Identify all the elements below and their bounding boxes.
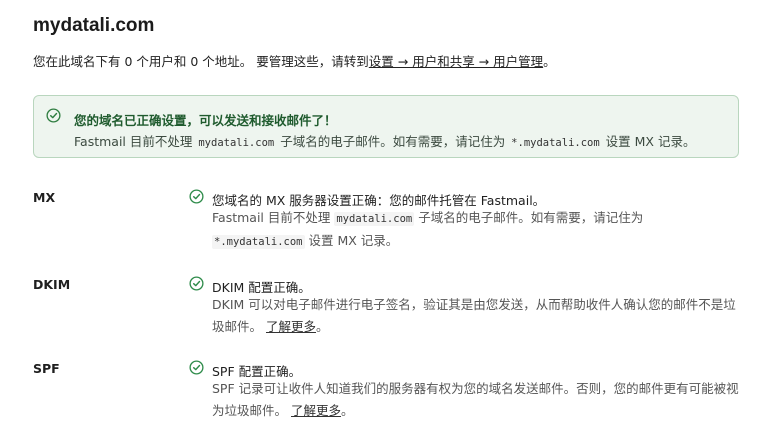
success-banner: 您的域名已正确设置，可以发送和接收邮件了！ Fastmail 目前不处理 myd…	[33, 95, 739, 158]
dkim-learn-more-link[interactable]: 了解更多	[266, 319, 316, 334]
mx-label: MX	[33, 190, 56, 205]
dkim-description: DKIM 可以对电子邮件进行电子签名，验证其是由您发送，从而帮助收件人确认您的邮…	[212, 294, 742, 338]
dkim-label: DKIM	[33, 277, 71, 292]
mx-description-text: Fastmail 目前不处理	[212, 210, 335, 225]
check-circle-icon	[189, 189, 204, 204]
intro-prefix: 您在此域名下有 0 个用户和 0 个地址。 要管理这些，请转到	[33, 54, 369, 69]
banner-body-text: 设置 MX 记录。	[601, 134, 696, 149]
check-circle-icon	[189, 276, 204, 291]
mx-description-text: 子域名的电子邮件。如有需要，请记住为	[414, 210, 644, 225]
dkim-description-suffix: 。	[316, 319, 329, 334]
banner-title: 您的域名已正确设置，可以发送和接收邮件了！	[74, 113, 337, 128]
spf-label: SPF	[33, 361, 60, 376]
mx-description: Fastmail 目前不处理 mydatali.com 子域名的电子邮件。如有需…	[212, 207, 742, 253]
banner-body-text: 子域名的电子邮件。如有需要，请记住为	[276, 134, 510, 149]
mx-wildcard-code: *.mydatali.com	[212, 235, 305, 249]
check-circle-icon	[189, 360, 204, 375]
intro-suffix: 。	[543, 54, 556, 69]
mx-domain-code: mydatali.com	[334, 212, 415, 226]
user-management-link[interactable]: 设置 → 用户和共享 → 用户管理	[369, 54, 543, 69]
intro-text: 您在此域名下有 0 个用户和 0 个地址。 要管理这些，请转到设置 → 用户和共…	[33, 51, 556, 70]
check-circle-icon	[46, 108, 61, 123]
spf-description: SPF 记录可让收件人知道我们的服务器有权为您的域名发送邮件。否则，您的邮件更有…	[212, 378, 742, 422]
banner-body: Fastmail 目前不处理 mydatali.com 子域名的电子邮件。如有需…	[74, 131, 695, 150]
banner-body-text: Fastmail 目前不处理	[74, 134, 197, 149]
banner-domain-code: mydatali.com	[198, 137, 275, 149]
spf-learn-more-link[interactable]: 了解更多	[291, 403, 341, 418]
mx-description-text: 设置 MX 记录。	[304, 233, 399, 248]
banner-wildcard-code: *.mydatali.com	[511, 137, 600, 149]
page-title: mydatali.com	[33, 15, 155, 36]
spf-description-suffix: 。	[341, 403, 354, 418]
